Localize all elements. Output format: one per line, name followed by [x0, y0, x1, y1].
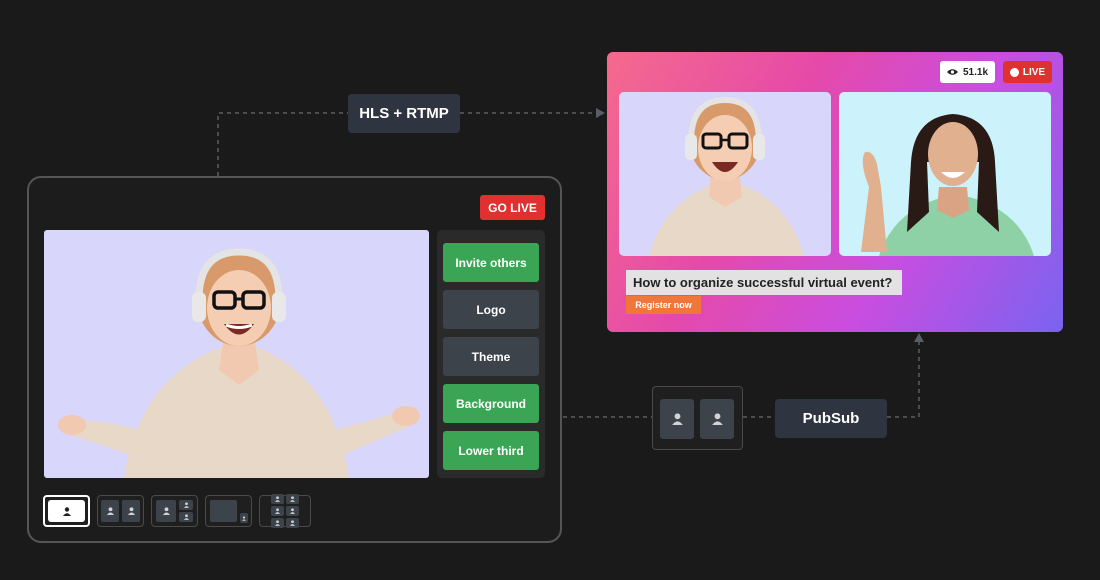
main-video-feed: [44, 230, 429, 478]
person-icon: [183, 502, 189, 508]
layout-screen-share-button[interactable]: [205, 495, 252, 527]
layout-two-up-button[interactable]: [97, 495, 144, 527]
viewer-tile-guest: [839, 92, 1051, 256]
layout-tile: [271, 506, 284, 516]
layout-one-plus-two-button[interactable]: [151, 495, 198, 527]
host-person-image: [649, 96, 804, 256]
live-dot-icon: [1009, 67, 1019, 77]
live-badge: LIVE: [1003, 61, 1052, 83]
logo-button[interactable]: Logo: [443, 290, 539, 329]
layout-tile: [286, 518, 299, 528]
layout-tile: [179, 500, 193, 510]
background-button[interactable]: Background: [443, 384, 539, 423]
guest-person-image: [861, 114, 1034, 256]
live-label: LIVE: [1022, 66, 1046, 78]
lower-third-button[interactable]: Lower third: [443, 431, 539, 470]
person-icon: [711, 413, 723, 425]
participant-tile: [660, 399, 694, 439]
layout-tile: [179, 512, 193, 522]
person-icon: [275, 508, 280, 514]
person-icon: [290, 520, 295, 526]
person-icon: [275, 496, 280, 502]
layout-tile: [101, 500, 119, 522]
theme-button[interactable]: Theme: [443, 337, 539, 376]
register-now-button[interactable]: Register now: [626, 296, 701, 314]
person-icon: [162, 507, 170, 515]
host-person-image: [58, 248, 420, 478]
layout-tile: [156, 500, 176, 522]
person-icon: [127, 507, 135, 515]
person-icon: [241, 515, 246, 521]
person-icon: [62, 506, 71, 516]
participant-tile: [700, 399, 734, 439]
person-icon: [290, 508, 295, 514]
person-icon: [183, 514, 189, 520]
person-icon: [106, 507, 114, 515]
views-count: 51.1k: [962, 66, 989, 78]
lower-third-title: How to organize successful virtual event…: [626, 270, 902, 295]
viewer-tile-host: [619, 92, 831, 256]
participants-box: [652, 386, 743, 450]
layout-single-button[interactable]: [43, 495, 90, 527]
layout-tile: [239, 513, 248, 523]
layout-tile: [286, 494, 299, 504]
hls-rtmp-label: HLS + RTMP: [348, 94, 460, 133]
layout-tile: [271, 518, 284, 528]
layout-tile: [286, 506, 299, 516]
person-icon: [671, 413, 683, 425]
person-icon: [290, 496, 295, 502]
go-live-button[interactable]: GO LIVE: [480, 195, 545, 220]
layout-tile: [271, 494, 284, 504]
eye-icon: [946, 69, 958, 75]
layout-tile: [209, 500, 237, 522]
views-badge: 51.1k: [940, 61, 995, 83]
layout-tile: [48, 500, 85, 522]
invite-others-button[interactable]: Invite others: [443, 243, 539, 282]
layout-grid-button[interactable]: [259, 494, 311, 528]
layout-tile: [122, 500, 140, 522]
person-icon: [275, 520, 280, 526]
pubsub-label: PubSub: [775, 399, 887, 438]
